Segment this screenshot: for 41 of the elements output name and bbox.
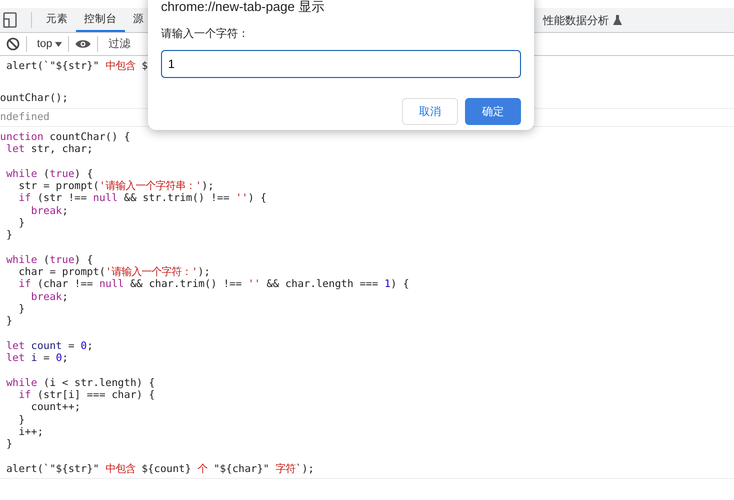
code-line: while (true) { — [5, 168, 94, 180]
panel-tab[interactable]: 控制台 — [76, 8, 125, 32]
clear-icon[interactable] — [6, 37, 20, 51]
code-line: char = prompt('请输入一个字符：'); — [18, 266, 210, 278]
code-line: if (char !== null && char.trim() !== '' && char.length === 1) { — [18, 278, 410, 291]
code-line: } — [18, 303, 25, 316]
code-line: alert(`"${str}" 中包含 $ — [5, 60, 148, 72]
device-toolbar-icon[interactable] — [3, 12, 17, 28]
code-line: let str, char; — [5, 143, 94, 156]
panel-tab[interactable]: 性能数据分析 — [543, 12, 609, 28]
panel-tab[interactable]: 元素 — [38, 8, 76, 32]
code-line: i++; — [18, 426, 44, 438]
code-line: let i = 0; — [5, 352, 68, 365]
prompt-label: 请输入一个字符： — [161, 26, 250, 41]
code-line: alert(`"${str}" 中包含 ${count} 个 "${char}" 字符`); — [5, 462, 314, 476]
eye-icon[interactable] — [75, 38, 92, 50]
code-line: str = prompt('请输入一个字符串：'); — [18, 180, 214, 192]
input-field[interactable]: 1 — [161, 50, 521, 78]
context-dropdown[interactable]: top — [33, 38, 56, 50]
ok-button[interactable]: 确定 — [465, 98, 521, 125]
code-line: } — [5, 229, 12, 242]
code-line: while (i < str.length) { — [5, 376, 155, 390]
code-line: ountChar(); — [0, 92, 68, 105]
code-line: } — [5, 315, 12, 328]
panel-tab[interactable]: 源 — [125, 8, 152, 32]
code-line: if (str[i] === char) { — [18, 389, 155, 402]
cancel-button[interactable]: 取消 — [402, 98, 458, 125]
code-line: } — [18, 216, 25, 230]
code-line: unction countChar() { — [0, 130, 130, 144]
code-line: let count = 0; — [5, 340, 94, 352]
dialog-title: chrome://new-tab-page 显示 — [161, 0, 326, 14]
flask-icon — [613, 15, 622, 25]
code-line: } — [18, 414, 25, 426]
code-line: while (true) { — [5, 254, 94, 266]
result-text: ndefined — [0, 110, 50, 123]
code-line: count++; — [30, 401, 81, 414]
code-line: break; — [30, 290, 68, 304]
code-line: if (str !== null && str.trim() !== '') { — [18, 192, 267, 205]
caret-icon — [55, 42, 62, 46]
code-line: break; — [30, 204, 68, 217]
code-line: } — [5, 438, 12, 451]
